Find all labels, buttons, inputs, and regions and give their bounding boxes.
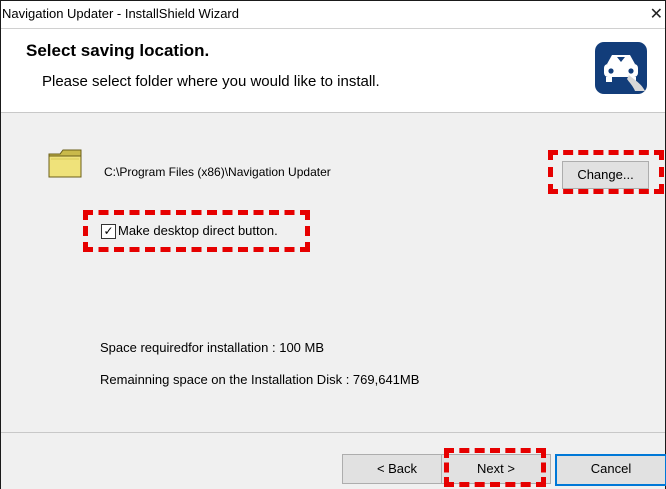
car-app-icon xyxy=(595,42,647,94)
page-title: Select saving location. xyxy=(26,41,210,60)
change-button[interactable]: Change... xyxy=(562,161,649,189)
page-subtitle: Please select folder where you would lik… xyxy=(42,73,380,90)
title-bar: Navigation Updater - InstallShield Wizar… xyxy=(1,1,665,29)
window-title: Navigation Updater - InstallShield Wizar… xyxy=(2,6,239,21)
wizard-footer: < Back Next > Cancel xyxy=(1,432,666,489)
space-required-text: Space requiredfor installation : 100 MB xyxy=(100,340,325,355)
back-button[interactable]: < Back xyxy=(342,454,452,484)
folder-icon xyxy=(48,149,84,184)
desktop-shortcut-label[interactable]: Make desktop direct button. xyxy=(118,223,278,238)
wizard-header: Select saving location. Please select fo… xyxy=(1,29,665,113)
cancel-button[interactable]: Cancel xyxy=(555,454,666,486)
install-path: C:\Program Files (x86)\Navigation Update… xyxy=(104,165,331,179)
wizard-content: C:\Program Files (x86)\Navigation Update… xyxy=(1,113,665,431)
next-button[interactable]: Next > xyxy=(441,454,551,484)
space-remaining-text: Remainning space on the Installation Dis… xyxy=(100,372,420,387)
installer-window: Navigation Updater - InstallShield Wizar… xyxy=(0,0,666,489)
desktop-shortcut-checkbox[interactable]: ✓ xyxy=(101,224,116,239)
close-icon[interactable]: ✕ xyxy=(650,4,663,24)
